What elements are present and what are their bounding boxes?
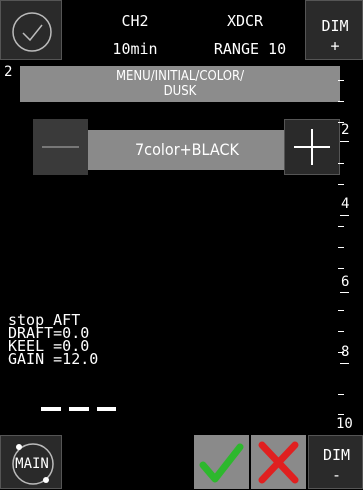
scale-label-8: 8	[341, 344, 350, 360]
scale-label-2: 2	[341, 122, 350, 138]
check-circle-button[interactable]	[0, 0, 62, 60]
depth-scale: 2 4 6 8 10	[336, 60, 363, 435]
color-setting-value: 7color+BLACK	[88, 130, 286, 170]
dim-up-label: DIM	[321, 17, 349, 35]
dim-down-button[interactable]: DIM -	[308, 435, 363, 489]
scale-tick	[338, 80, 344, 81]
left-scale-value: 2	[4, 64, 13, 80]
cancel-button[interactable]	[251, 435, 306, 489]
scale-tick	[338, 268, 344, 269]
range-label: RANGE 10	[213, 40, 287, 58]
main-label: MAIN	[15, 456, 49, 472]
scale-tick	[338, 331, 344, 332]
scale-tick	[338, 163, 344, 164]
scale-tick	[338, 247, 344, 248]
minus-button[interactable]	[33, 119, 88, 175]
dim-down-label: DIM	[322, 446, 351, 464]
scale-underline	[340, 215, 349, 216]
scale-tick	[338, 414, 344, 415]
check-circle-icon	[12, 12, 52, 52]
dim-down-sign: -	[331, 466, 342, 484]
time-range-label: 10min	[112, 40, 158, 58]
scale-tick	[338, 184, 344, 185]
scale-tick	[338, 226, 344, 227]
dim-up-button[interactable]: DIM +	[305, 0, 363, 60]
plus-button[interactable]	[284, 119, 340, 175]
scale-tick	[338, 394, 344, 395]
channel-label: CH2	[121, 12, 149, 30]
scale-underline	[340, 292, 349, 293]
info-gain: GAIN =12.0	[8, 350, 99, 368]
minus-icon	[42, 146, 79, 148]
scale-tick	[338, 310, 344, 311]
sonar-info: stop AFT DRAFT=0.0 KEEL =0.0 GAIN =12.0	[8, 313, 99, 368]
scale-label-10: 10	[336, 416, 353, 432]
scale-underline	[340, 363, 349, 364]
xdcr-label: XDCR	[226, 12, 264, 30]
checkmark-icon	[199, 443, 244, 483]
menu-path-line2: DUSK	[163, 84, 197, 99]
main-button[interactable]: MAIN	[0, 435, 62, 489]
scale-label-6: 6	[341, 274, 350, 290]
scale-label-4: 4	[341, 196, 350, 212]
confirm-button[interactable]	[194, 435, 249, 489]
cross-icon	[258, 441, 299, 484]
menu-path-bar: MENU/INITIAL/COLOR/ DUSK	[20, 66, 340, 102]
dim-up-sign: +	[330, 37, 340, 55]
dash-marker	[41, 407, 116, 411]
scale-tick	[338, 101, 344, 102]
menu-path-line1: MENU/INITIAL/COLOR/	[115, 69, 245, 84]
scale-underline	[340, 141, 349, 142]
